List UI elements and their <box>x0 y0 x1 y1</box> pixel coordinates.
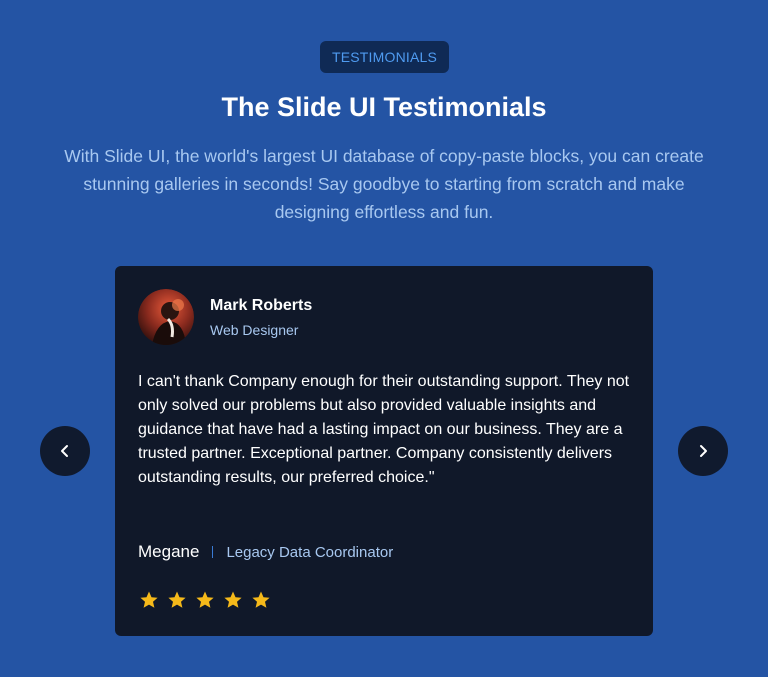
testimonial-quote: I can't thank Company enough for their o… <box>138 373 630 486</box>
author-title: Legacy Data Coordinator <box>226 543 394 561</box>
next-button[interactable] <box>678 426 728 476</box>
star-icon <box>140 591 158 608</box>
author-name: Megane <box>138 542 200 561</box>
testimonial-card: Mark Roberts Web Designer I can't thank … <box>115 266 653 636</box>
avatar <box>138 289 194 345</box>
reviewer-role: Web Designer <box>210 322 299 338</box>
star-icon <box>252 591 270 608</box>
author-separator <box>212 546 214 558</box>
testimonials-section: TESTIMONIALS The Slide UI Testimonials W… <box>0 0 768 677</box>
section-badge: TESTIMONIALS <box>320 41 449 73</box>
star-icon <box>168 591 186 608</box>
chevron-left-icon <box>61 445 68 457</box>
previous-button[interactable] <box>40 426 90 476</box>
reviewer-name: Mark Roberts <box>210 297 313 314</box>
star-icon <box>224 591 242 608</box>
section-subtitle: With Slide UI, the world's largest UI da… <box>64 146 704 222</box>
chevron-right-icon <box>700 445 707 457</box>
star-icon <box>196 591 214 608</box>
author-row: Megane Legacy Data Coordinator <box>138 540 393 564</box>
star-rating <box>139 590 271 610</box>
section-title: The Slide UI Testimonials <box>221 92 547 122</box>
